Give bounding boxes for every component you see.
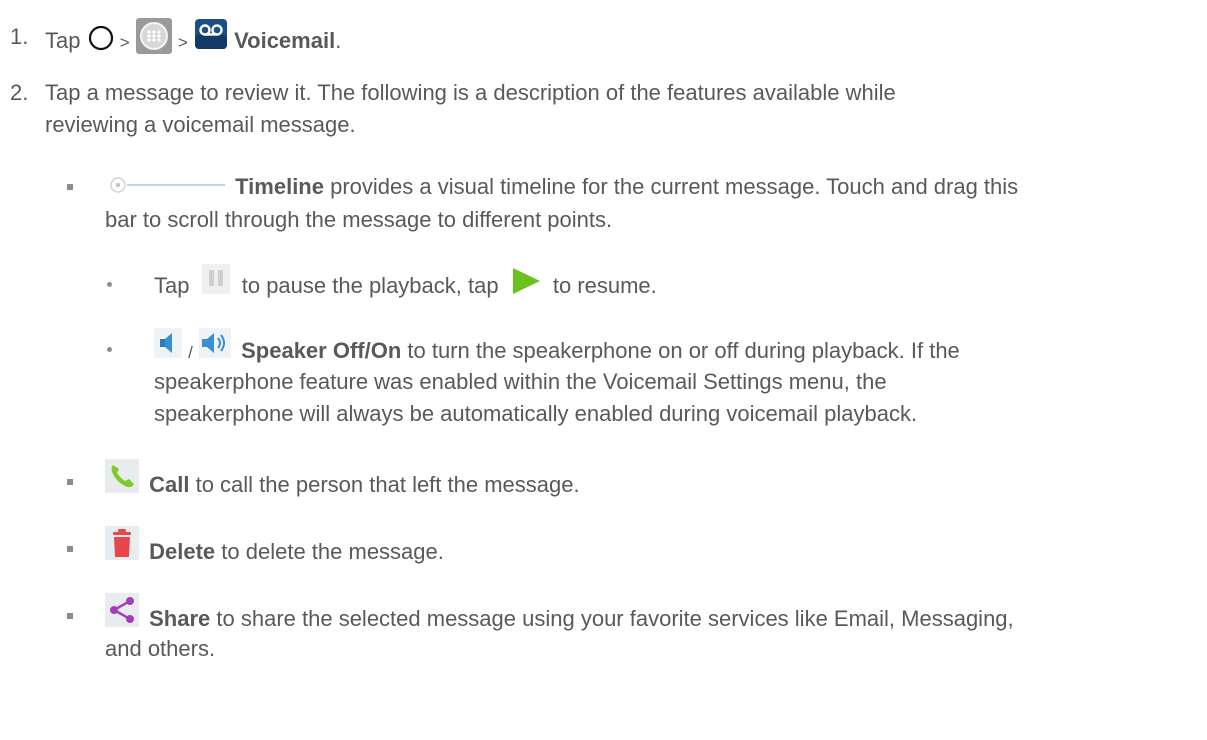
step-2-text: Tap a message to review it. The followin… [45,80,896,105]
sub-bullet [107,282,112,287]
period: . [335,27,342,53]
share-item: Share to share the selected message usin… [105,593,1014,637]
step-2-number: 2. [10,80,28,106]
timeline-item: Timeline provides a visual timeline for … [105,174,1018,200]
timeline-text: provides a visual timeline for the curre… [323,174,1019,199]
share-text: to share the selected message using your… [210,605,1014,631]
call-label: Call [149,471,190,497]
separator: > [177,32,188,52]
speaker-text: speakerphone will always be automaticall… [154,401,918,426]
pause-icon [201,264,230,294]
play-icon [511,267,541,295]
speaker-text: speakerphone feature was enabled within … [154,369,887,394]
home-circle-icon [88,25,114,51]
step-2-text: reviewing a voicemail message. [45,112,356,137]
tap-text: Tap [154,272,190,298]
share-label: Share [149,605,211,631]
timeline-text: bar to scroll through the message to dif… [105,207,613,232]
step-2-line-2: reviewing a voicemail message. [45,112,356,138]
voicemail-label: Voicemail [234,27,336,53]
call-text: to call the person that left the message… [189,471,580,497]
speaker-on-icon [198,328,231,358]
bullet [67,546,73,552]
speaker-item: / Speaker Off/On to turn the speakerphon… [154,328,960,367]
step-1-content: Tap > > Voicemail. [45,18,342,60]
call-item: Call to call the person that left the me… [105,459,580,503]
tap-text: Tap [45,27,81,53]
apps-launcher-icon [135,18,172,54]
slash: / [188,342,193,362]
delete-label: Delete [149,538,216,564]
speaker-text: to turn the speakerphone on or off durin… [401,337,960,363]
step-number: 1. [10,24,29,49]
step-1: 1. [10,24,28,50]
step-number: 2. [10,80,29,105]
step-2-line-1: Tap a message to review it. The followin… [45,80,896,106]
sub-bullet [107,347,112,352]
speaker-line-2: speakerphone feature was enabled within … [154,369,887,395]
resume-text: to resume. [552,272,657,298]
trash-icon [105,526,139,560]
timeline-line-2: bar to scroll through the message to dif… [105,207,612,233]
delete-text: to delete the message. [215,538,444,564]
bullet [67,479,73,485]
bullet [67,613,73,619]
timeline-label: Timeline [235,174,324,199]
timeline-slider-icon [105,175,225,195]
voicemail-app-icon [194,18,228,50]
phone-call-icon [105,459,139,493]
pause-item: Tap to pause the playback, tap to resume… [154,264,657,302]
pause-text: to pause the playback, tap [241,272,499,298]
delete-item: Delete to delete the message. [105,526,444,570]
share-text: and others. [105,636,216,661]
speaker-line-3: speakerphone will always be automaticall… [154,401,917,427]
speaker-off-icon [154,328,182,358]
speaker-label: Speaker Off/On [241,337,402,363]
separator: > [119,32,130,52]
share-icon [105,593,139,627]
share-line-2: and others. [105,636,215,662]
bullet [67,184,73,190]
